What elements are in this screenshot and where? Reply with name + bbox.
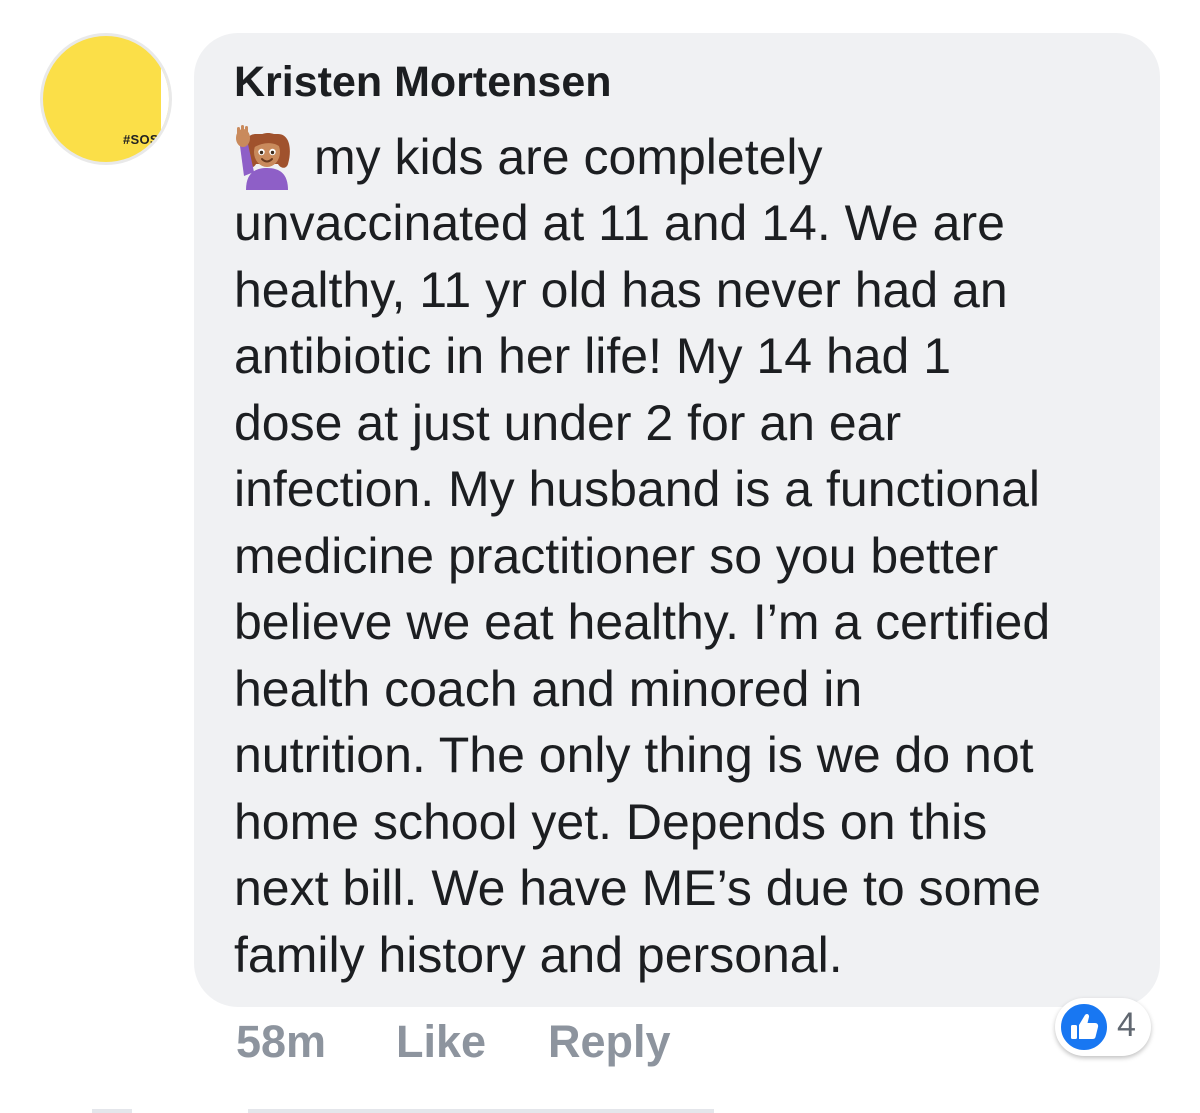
comment-text-line: family history and personal. [234, 927, 843, 983]
comment-text-line: antibiotic in her life! My 14 had 1 [234, 328, 952, 384]
comment-text-line: medicine practitioner so you better [234, 528, 999, 584]
comment-text-line: dose at just under 2 for an ear [234, 395, 902, 451]
comment-text-line: health coach and minored in [234, 661, 863, 717]
comment-text-line: my kids are completely [314, 129, 823, 185]
avatar-stripe [161, 36, 169, 162]
comment-text-line: next bill. We have ME’s due to some [234, 860, 1041, 916]
avatar[interactable]: #SOS [40, 33, 172, 165]
woman-raising-hand-icon [236, 125, 290, 190]
thumbs-up-icon [1059, 1002, 1109, 1052]
reaction-count: 4 [1117, 1006, 1136, 1044]
comment-text-line: unvaccinated at 11 and 14. We are [234, 195, 1005, 251]
next-comment-edge [248, 1109, 714, 1113]
like-button[interactable]: Like [396, 1016, 486, 1068]
next-comment-edge [92, 1109, 132, 1113]
comment-author[interactable]: Kristen Mortensen [234, 58, 612, 107]
avatar-tag: #SOS [123, 132, 159, 147]
comment-text-line: nutrition. The only thing is we do not [234, 727, 1034, 783]
comment-text-line: healthy, 11 yr old has never had an [234, 262, 1008, 318]
comment-text-line: believe we eat healthy. I’m a certified [234, 594, 1051, 650]
reaction-summary[interactable]: 4 [1055, 998, 1151, 1056]
comment-timestamp[interactable]: 58m [236, 1016, 326, 1068]
comment-text-line: home school yet. Depends on this [234, 794, 988, 850]
comment-text-line: infection. My husband is a functional [234, 461, 1041, 517]
reply-button[interactable]: Reply [548, 1016, 671, 1068]
